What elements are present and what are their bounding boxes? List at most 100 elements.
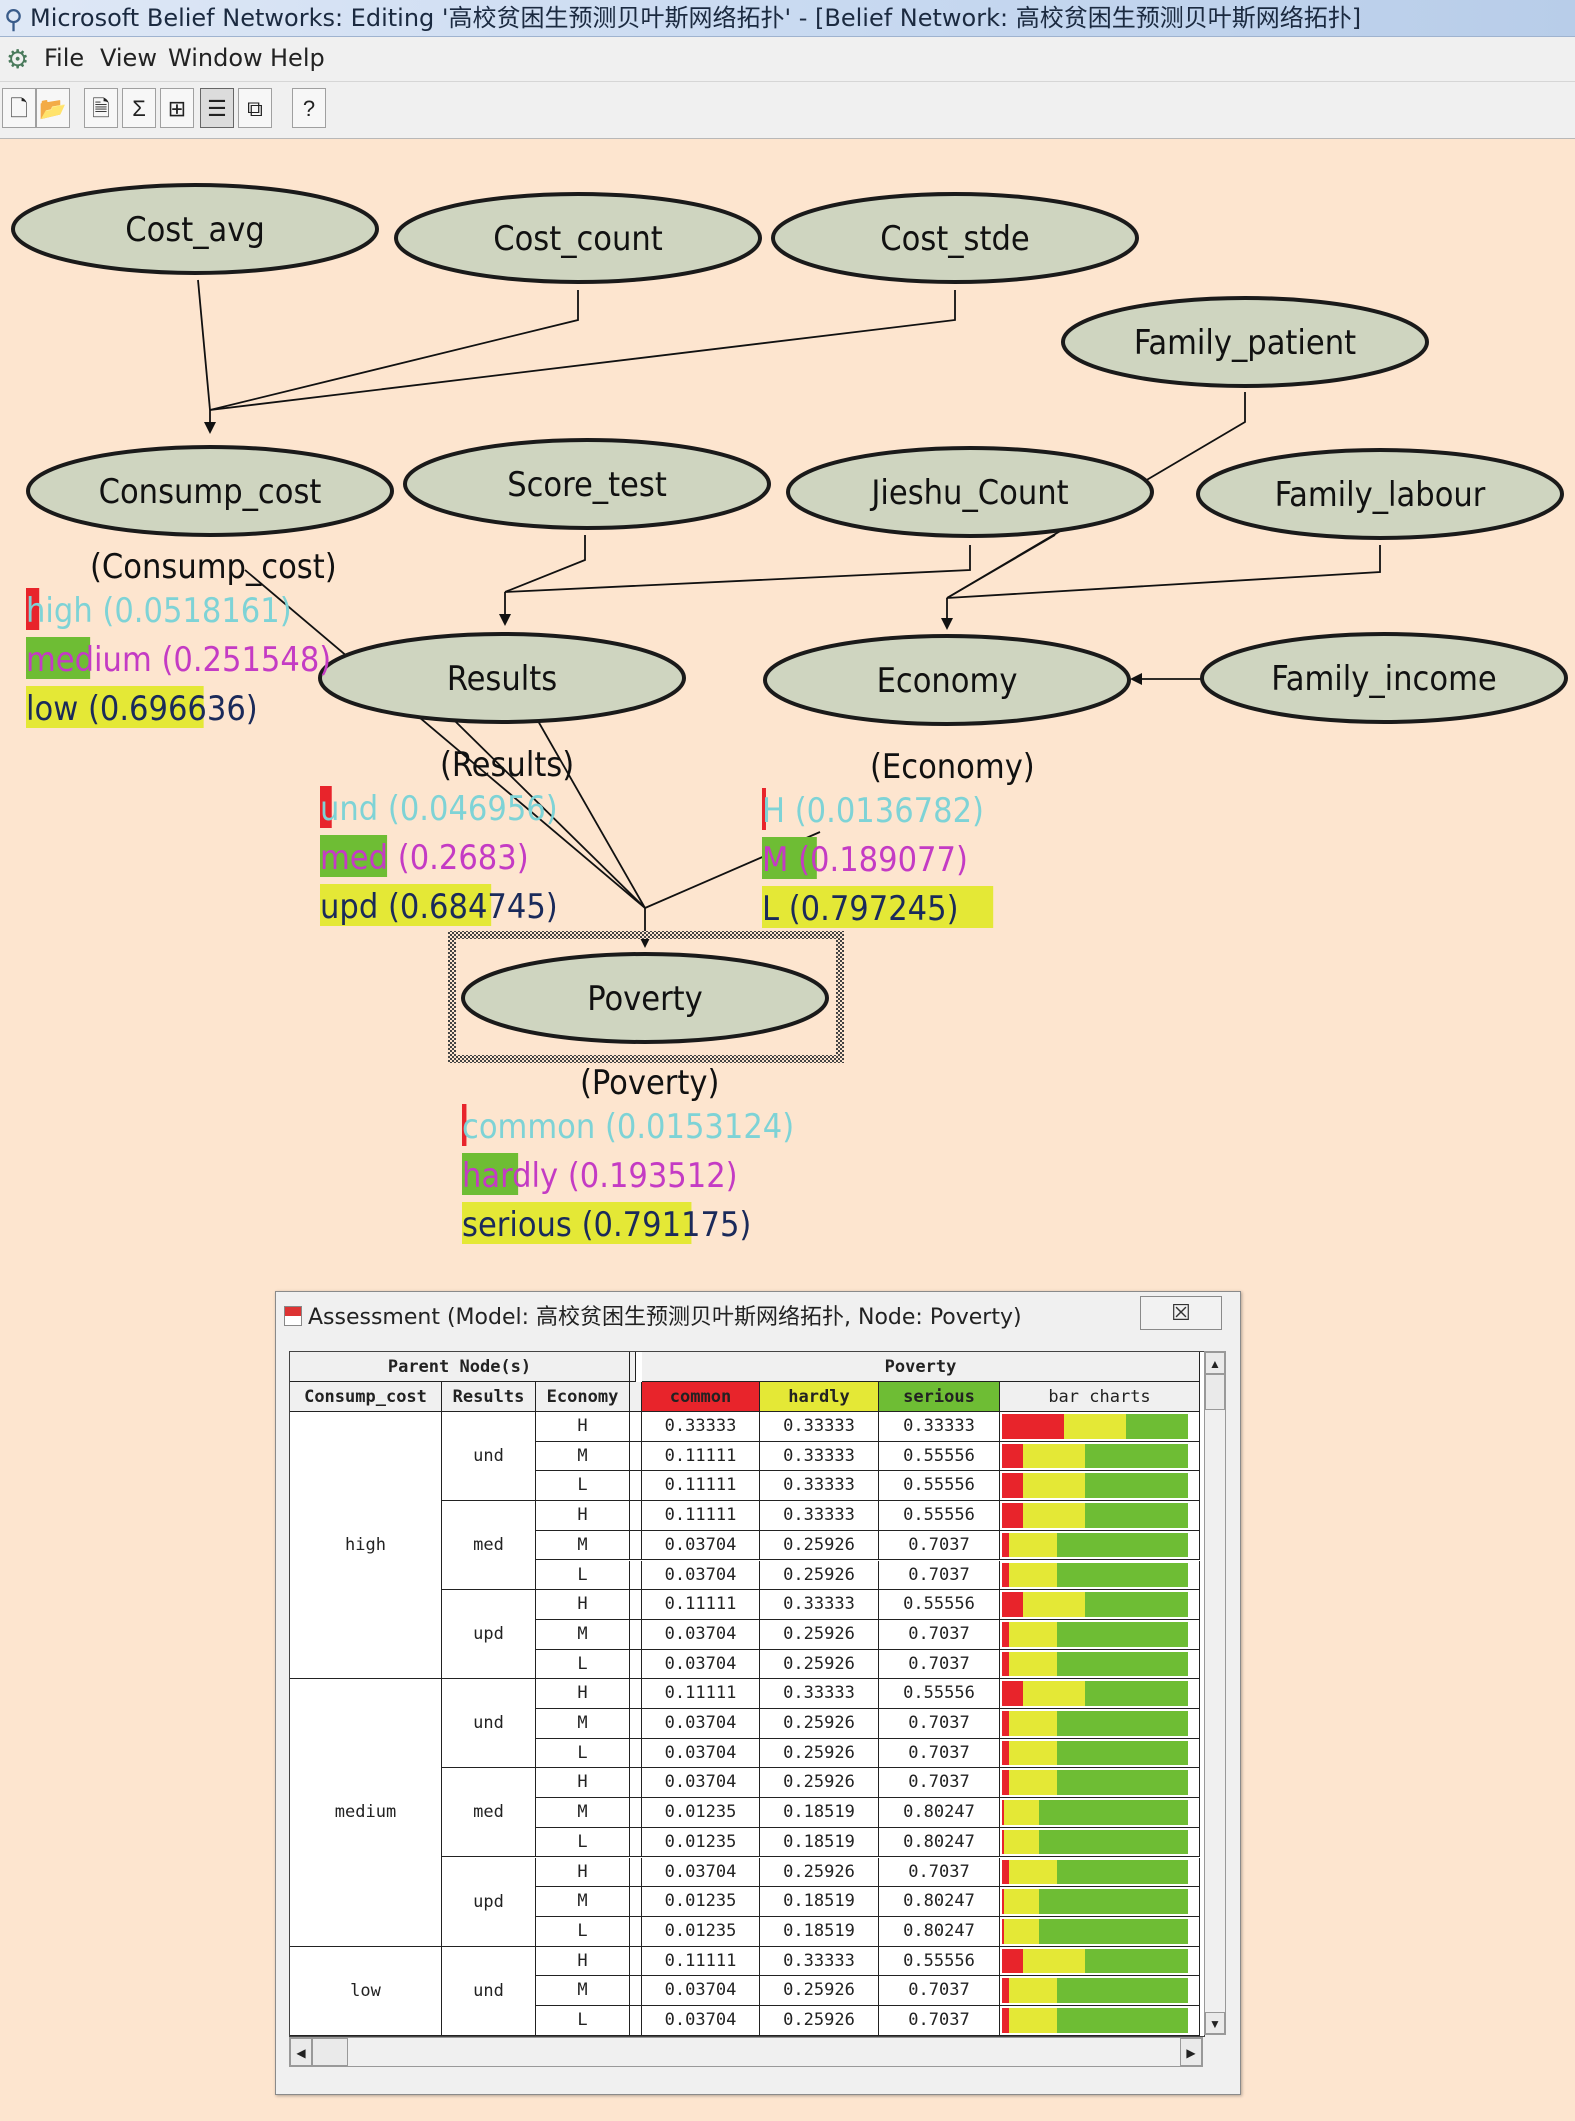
results-group-cell: und (442, 1946, 536, 2036)
scroll-thumb-horizontal[interactable] (312, 2038, 348, 2066)
gap-cell (630, 1976, 642, 2006)
serious-cell: 0.7037 (879, 1976, 1000, 2006)
hardly-cell: 0.33333 (760, 1471, 879, 1502)
network-icon[interactable]: ⧉ (238, 88, 272, 128)
bar-common (1002, 1770, 1009, 1796)
col-consump-cost: Consump_cost (290, 1382, 442, 1412)
close-button[interactable]: ☒ (1140, 1296, 1222, 1330)
state-label: upd (0.684745) (320, 887, 558, 927)
state-label: high (0.0518161) (26, 591, 292, 631)
edge-score-results (504, 535, 586, 593)
hardly-cell: 0.33333 (760, 1412, 879, 1442)
open-folder-icon[interactable]: 📂 (36, 88, 70, 128)
bar-common (1002, 1681, 1023, 1706)
economy-cell: L (536, 1916, 630, 1947)
bar-chart-cell (1000, 1471, 1200, 1502)
economy-cell: L (536, 1649, 630, 1680)
bar-hardly (1008, 1562, 1058, 1588)
bar-chart-cell (1000, 1501, 1200, 1531)
common-cell: 0.03704 (642, 1857, 760, 1888)
common-cell: 0.01235 (642, 1798, 760, 1828)
scroll-left-icon[interactable]: ◀ (290, 2038, 312, 2066)
serious-cell: 0.80247 (879, 1916, 1000, 1947)
serious-cell: 0.7037 (879, 1649, 1000, 1680)
menu-view[interactable]: View (100, 44, 157, 72)
bar-serious (1084, 1948, 1188, 1974)
common-cell: 0.11111 (642, 1471, 760, 1502)
node-tree-icon[interactable]: ⊞ (160, 88, 194, 128)
bar-hardly (1008, 1978, 1058, 2003)
panel-1: (Results)und (0.046956) med (0.2683) upd (… (320, 745, 574, 927)
node-jieshu-count[interactable]: Jieshu_Count (786, 446, 1154, 538)
sigma-icon[interactable]: Σ (122, 88, 156, 128)
bar-chart-cell (1000, 1709, 1200, 1739)
node-cost-count[interactable]: Cost_count (394, 192, 762, 284)
node-results[interactable]: Results (318, 632, 686, 724)
assessment-table[interactable]: Parent Node(s) Poverty Consump_cost Results… (289, 1351, 1205, 2037)
node-family-income[interactable]: Family_income (1200, 632, 1568, 724)
bar-chart-cell (1000, 1530, 1200, 1561)
economy-cell: L (536, 1560, 630, 1591)
serious-cell: 0.7037 (879, 1530, 1000, 1561)
bar-common (1002, 1503, 1023, 1528)
vertical-scrollbar[interactable]: ▲ ▼ (1204, 1351, 1226, 2035)
common-cell: 0.01235 (642, 1916, 760, 1947)
col-bar-charts: bar charts (1000, 1382, 1200, 1412)
bar-serious (1125, 1414, 1188, 1439)
serious-cell: 0.55556 (879, 1471, 1000, 1502)
scroll-up-icon[interactable]: ▲ (1205, 1352, 1225, 1374)
menu-file[interactable]: File (44, 44, 84, 72)
hardly-cell: 0.25926 (760, 1530, 879, 1561)
bar-hardly (1004, 1889, 1039, 1914)
node-cost-stde[interactable]: Cost_stde (771, 192, 1139, 284)
common-cell: 0.01235 (642, 1827, 760, 1858)
help-icon[interactable]: ? (292, 88, 326, 128)
bar-chart-cell (1000, 2006, 1200, 2036)
properties-icon[interactable]: 🗎 (84, 88, 118, 128)
bar-chart-cell (1000, 1560, 1200, 1591)
document-icon[interactable]: ⚙ (6, 44, 29, 75)
node-economy[interactable]: Economy (763, 634, 1131, 726)
serious-cell: 0.7037 (879, 1560, 1000, 1591)
menu-window[interactable]: Window (168, 44, 263, 72)
results-group-cell: med (442, 1768, 536, 1858)
node-poverty[interactable]: Poverty (461, 952, 829, 1044)
window-title: Microsoft Belief Networks: Editing '高校贫困… (30, 4, 1362, 32)
bar-common (1002, 1592, 1023, 1617)
node-family-patient[interactable]: Family_patient (1061, 296, 1429, 388)
bar-hardly (1008, 1532, 1058, 1558)
common-cell: 0.11111 (642, 1501, 760, 1531)
gap-cell (630, 1887, 642, 1917)
economy-cell: M (536, 1798, 630, 1828)
gap-cell (630, 1560, 642, 1591)
gap-cell (630, 1857, 642, 1888)
economy-cell: H (536, 1768, 630, 1799)
common-cell: 0.03704 (642, 1560, 760, 1591)
node-label: Score_test (507, 465, 667, 505)
bar-chart-cell (1000, 1649, 1200, 1680)
node-family-labour[interactable]: Family_labour (1196, 448, 1564, 540)
scroll-thumb[interactable] (1205, 1374, 1225, 1410)
bar-serious (1057, 1740, 1188, 1766)
new-file-icon[interactable]: 🗋 (2, 88, 36, 128)
economy-cell: L (536, 1827, 630, 1858)
scroll-right-icon[interactable]: ▶ (1180, 2038, 1202, 2066)
node-cost-avg[interactable]: Cost_avg (11, 183, 379, 275)
serious-cell: 0.55556 (879, 1501, 1000, 1531)
horizontal-scrollbar[interactable]: ◀ ▶ (289, 2037, 1203, 2067)
bar-display-icon[interactable]: ☰ (200, 88, 234, 128)
economy-cell: L (536, 1471, 630, 1502)
scroll-down-icon[interactable]: ▼ (1205, 2012, 1225, 2034)
serious-cell: 0.80247 (879, 1827, 1000, 1858)
node-score-test[interactable]: Score_test (403, 438, 771, 530)
bar-serious (1084, 1443, 1188, 1469)
bar-common (1002, 1443, 1023, 1469)
state-label: med (0.2683) (320, 838, 529, 878)
bar-hardly (1022, 1473, 1085, 1499)
node-consump-cost[interactable]: Consump_cost (26, 445, 394, 537)
menu-help[interactable]: Help (270, 44, 325, 72)
state-label: common (0.0153124) (462, 1107, 794, 1147)
economy-cell: H (536, 1946, 630, 1977)
node-label: Family_labour (1275, 475, 1486, 515)
hardly-cell: 0.33333 (760, 1590, 879, 1620)
